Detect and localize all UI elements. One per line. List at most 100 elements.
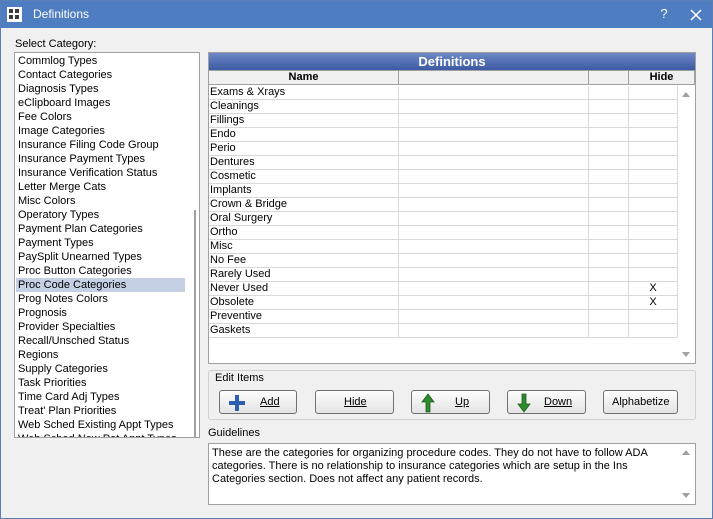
- cell-name: Exams & Xrays: [209, 86, 399, 100]
- category-item[interactable]: Supply Categories: [16, 362, 185, 376]
- category-item[interactable]: Letter Merge Cats: [16, 180, 185, 194]
- cell-blank-2: [589, 156, 629, 170]
- category-list[interactable]: Commlog Types Contact Categories Diagnosis…: [14, 52, 200, 438]
- category-item[interactable]: Recall/Unsched Status: [16, 334, 185, 348]
- help-button[interactable]: ?: [656, 6, 672, 22]
- table-row[interactable]: Oral Surgery: [209, 212, 678, 226]
- column-header-hide[interactable]: Hide: [629, 71, 695, 85]
- hide-button[interactable]: Hide: [315, 390, 394, 414]
- up-button-label: Up: [455, 396, 470, 408]
- cell-hide: [629, 198, 678, 212]
- table-row[interactable]: Misc: [209, 240, 678, 254]
- cell-blank-2: [589, 198, 629, 212]
- cell-hide: [629, 324, 678, 338]
- table-row[interactable]: Endo: [209, 128, 678, 142]
- cell-name: Gaskets: [209, 324, 399, 338]
- table-row[interactable]: Crown & Bridge: [209, 198, 678, 212]
- table-row[interactable]: Gaskets: [209, 324, 678, 338]
- table-row[interactable]: Never Used X: [209, 282, 678, 296]
- category-item[interactable]: Payment Types: [16, 236, 185, 250]
- table-row[interactable]: No Fee: [209, 254, 678, 268]
- category-item[interactable]: Web Sched New Pat Appt Types: [16, 432, 185, 437]
- cell-blank-1: [399, 282, 589, 296]
- table-row[interactable]: Dentures: [209, 156, 678, 170]
- guidelines-scroll-up-icon[interactable]: [682, 450, 690, 455]
- cell-blank-1: [399, 254, 589, 268]
- cell-name: Preventive: [209, 310, 399, 324]
- add-button[interactable]: Add: [219, 390, 297, 414]
- alphabetize-button-label: Alphabetize: [612, 396, 670, 408]
- category-item[interactable]: Regions: [16, 348, 185, 362]
- table-row[interactable]: Rarely Used: [209, 268, 678, 282]
- category-item[interactable]: Insurance Payment Types: [16, 152, 185, 166]
- close-icon: [690, 9, 702, 21]
- cell-blank-2: [589, 254, 629, 268]
- category-item[interactable]: eClipboard Images: [16, 96, 185, 110]
- down-button[interactable]: Down: [507, 390, 586, 414]
- category-item[interactable]: Task Priorities: [16, 376, 185, 390]
- category-item[interactable]: Misc Colors: [16, 194, 185, 208]
- category-item[interactable]: Fee Colors: [16, 110, 185, 124]
- select-category-label: Select Category:: [15, 38, 97, 50]
- grid-scrollbar[interactable]: [678, 86, 695, 363]
- category-item[interactable]: Commlog Types: [16, 54, 185, 68]
- cell-blank-1: [399, 310, 589, 324]
- category-item[interactable]: Treat' Plan Priorities: [16, 404, 185, 418]
- category-item[interactable]: Insurance Verification Status: [16, 166, 185, 180]
- table-row[interactable]: Preventive: [209, 310, 678, 324]
- cell-hide: [629, 156, 678, 170]
- table-row[interactable]: Implants: [209, 184, 678, 198]
- definitions-window: Definitions ? Select Category: Commlog T…: [0, 0, 713, 519]
- close-button[interactable]: [688, 7, 704, 23]
- table-row[interactable]: Obsolete X: [209, 296, 678, 310]
- cell-hide: X: [629, 296, 678, 310]
- category-item[interactable]: Proc Button Categories: [16, 264, 185, 278]
- scroll-down-arrow-icon[interactable]: [682, 352, 690, 357]
- guidelines-scroll-down-icon[interactable]: [682, 493, 690, 498]
- category-scrollbar[interactable]: [189, 53, 199, 437]
- category-item[interactable]: Prognosis: [16, 306, 185, 320]
- category-item[interactable]: Web Sched Existing Appt Types: [16, 418, 185, 432]
- table-row[interactable]: Exams & Xrays: [209, 86, 678, 100]
- category-item[interactable]: Provider Specialties: [16, 320, 185, 334]
- table-row[interactable]: Cleanings: [209, 100, 678, 114]
- cell-blank-1: [399, 156, 589, 170]
- up-button[interactable]: Up: [411, 390, 490, 414]
- cell-hide: [629, 100, 678, 114]
- cell-name: Dentures: [209, 156, 399, 170]
- category-scroll-thumb[interactable]: [194, 210, 196, 437]
- edit-items-label: Edit Items: [215, 372, 264, 384]
- cell-hide: [629, 254, 678, 268]
- cell-blank-1: [399, 198, 589, 212]
- cell-blank-2: [589, 282, 629, 296]
- category-item[interactable]: Proc Code Categories: [16, 278, 185, 292]
- column-header-name[interactable]: Name: [209, 71, 399, 85]
- category-item[interactable]: Time Card Adj Types: [16, 390, 185, 404]
- category-item[interactable]: Operatory Types: [16, 208, 185, 222]
- table-row[interactable]: Ortho: [209, 226, 678, 240]
- guidelines-textbox[interactable]: These are the categories for organizing …: [208, 443, 696, 505]
- cell-hide: X: [629, 282, 678, 296]
- guidelines-scrollbar[interactable]: [678, 444, 695, 504]
- category-item[interactable]: PaySplit Unearned Types: [16, 250, 185, 264]
- add-button-label: Add: [260, 396, 280, 408]
- cell-name: Cosmetic: [209, 170, 399, 184]
- category-item[interactable]: Image Categories: [16, 124, 185, 138]
- cell-name: Never Used: [209, 282, 399, 296]
- column-header-blank-2[interactable]: [589, 71, 629, 85]
- category-item[interactable]: Payment Plan Categories: [16, 222, 185, 236]
- category-item[interactable]: Insurance Filing Code Group: [16, 138, 185, 152]
- cell-name: Cleanings: [209, 100, 399, 114]
- category-item[interactable]: Contact Categories: [16, 68, 185, 82]
- table-row[interactable]: Fillings: [209, 114, 678, 128]
- scroll-up-arrow-icon[interactable]: [682, 92, 690, 97]
- alphabetize-button[interactable]: Alphabetize: [603, 390, 678, 414]
- table-row[interactable]: Cosmetic: [209, 170, 678, 184]
- cell-hide: [629, 184, 678, 198]
- table-row[interactable]: Perio: [209, 142, 678, 156]
- category-item[interactable]: Prog Notes Colors: [16, 292, 185, 306]
- category-item[interactable]: Diagnosis Types: [16, 82, 185, 96]
- arrow-down-icon: [517, 393, 531, 413]
- cell-name: Ortho: [209, 226, 399, 240]
- column-header-blank-1[interactable]: [399, 71, 589, 85]
